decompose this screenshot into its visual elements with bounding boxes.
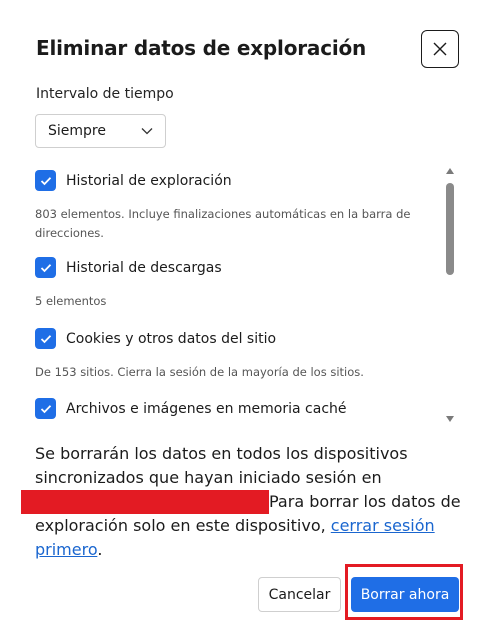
sync-note: Se borrarán los datos en todos los dispo… [21,442,465,562]
close-icon [433,42,447,56]
close-button[interactable] [421,30,459,68]
list-item-cookies: Cookies y otros datos del sitio De 153 s… [28,328,438,382]
browsing-history-description: 803 elementos. Incluye finalizaciones au… [35,207,411,240]
sync-note-period: . [97,540,103,559]
time-range-select[interactable]: Siempre [35,114,166,148]
download-history-checkbox[interactable] [35,257,56,278]
checkmark-icon [40,334,51,343]
clear-now-button[interactable]: Borrar ahora [351,577,459,612]
sync-note-text: Se borrarán los datos en todos los dispo… [35,444,408,487]
cookies-description: De 153 sitios. Cierra la sesión de la ma… [35,365,364,379]
cache-label: Archivos e imágenes en memoria caché [66,400,347,417]
cookies-label: Cookies y otros datos del sitio [66,330,277,347]
list-scrollbar[interactable] [445,165,457,425]
checkmark-icon [40,176,51,185]
time-range-value: Siempre [48,123,106,139]
cancel-button[interactable]: Cancelar [258,577,341,612]
browsing-history-checkbox[interactable] [35,170,56,191]
browsing-history-label: Historial de exploración [66,172,232,189]
dialog-title: Eliminar datos de exploración [36,36,367,60]
cache-checkbox[interactable] [35,398,56,419]
download-history-description: 5 elementos [35,294,107,308]
chevron-down-icon [141,128,153,135]
redacted-account [21,490,269,514]
download-history-label: Historial de descargas [66,259,222,276]
cookies-checkbox[interactable] [35,328,56,349]
list-item-download-history: Historial de descargas 5 elementos [28,257,438,311]
data-types-list: Historial de exploración 803 elementos. … [28,162,458,428]
checkmark-icon [40,404,51,413]
scroll-down-arrow-icon[interactable] [446,416,454,422]
scroll-up-arrow-icon[interactable] [446,168,454,174]
scroll-thumb[interactable] [446,183,454,275]
list-item-browsing-history: Historial de exploración 803 elementos. … [28,170,438,243]
list-item-cache: Archivos e imágenes en memoria caché [28,398,438,419]
time-range-label: Intervalo de tiempo [36,86,174,102]
checkmark-icon [40,263,51,272]
